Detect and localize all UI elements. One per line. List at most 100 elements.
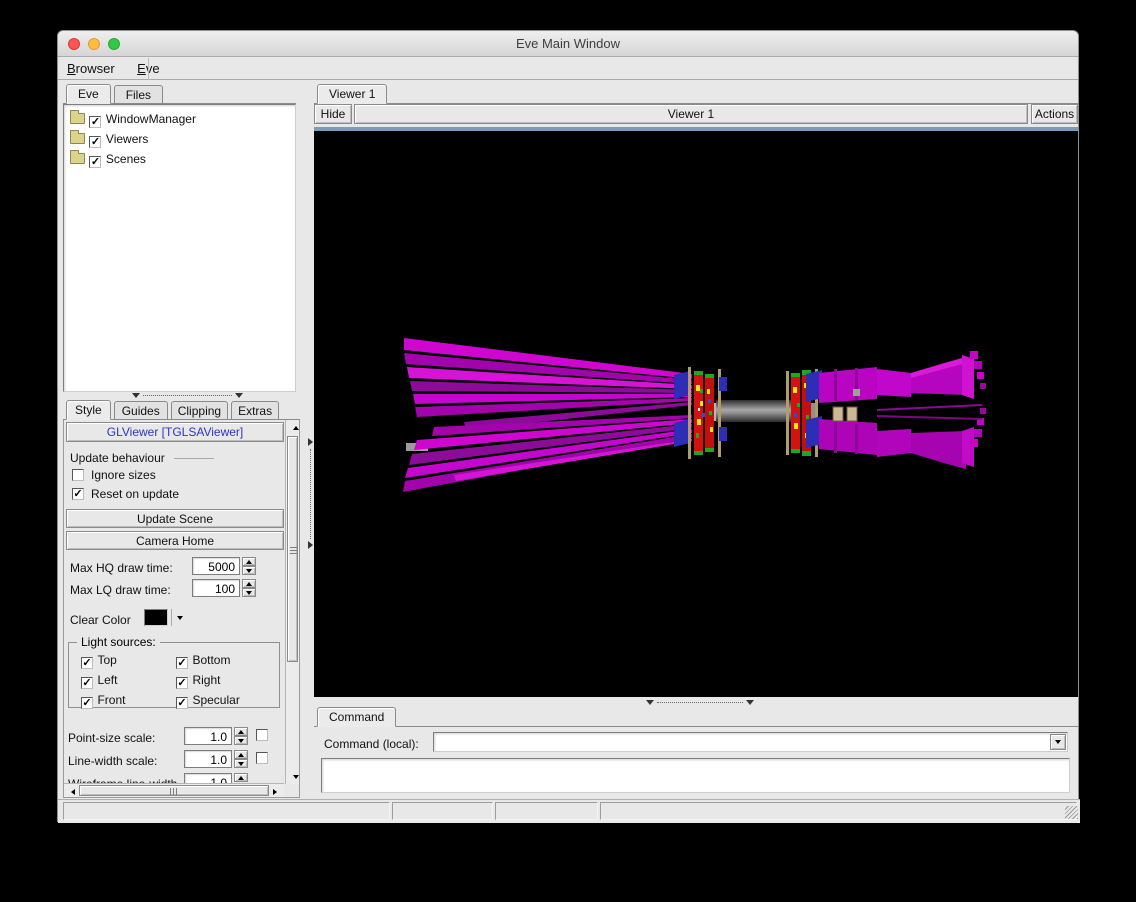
light-right[interactable]: ✓ Right <box>176 671 271 691</box>
swatch-divider <box>171 609 172 626</box>
combobox-dropdown-icon[interactable] <box>1050 734 1066 750</box>
tab-eve[interactable]: Eve <box>66 84 111 104</box>
splitter-arrow-icon <box>746 700 754 705</box>
actions-menu-button[interactable]: Actions <box>1031 104 1078 124</box>
menu-bar: Browser Eve <box>58 58 1078 80</box>
spin-up-icon[interactable] <box>242 579 256 588</box>
style-panel: GLViewer [TGLSAViewer] Update behaviour … <box>63 420 300 798</box>
line-width-checkbox[interactable] <box>256 752 268 764</box>
vertical-splitter[interactable] <box>307 83 314 798</box>
point-size-label: Point-size scale: <box>68 731 156 745</box>
max-lq-value[interactable]: 100 <box>192 579 240 597</box>
left-horizontal-splitter[interactable] <box>63 392 296 399</box>
status-segment <box>600 802 1077 820</box>
line-width-value[interactable]: 1.0 <box>184 750 232 768</box>
reset-on-update-checkbox[interactable]: ✓ <box>72 488 84 500</box>
tree-item-viewers[interactable]: ✓ Viewers <box>66 129 293 149</box>
eve-main-window: Eve Main Window Browser Eve Eve Files ✓ … <box>57 30 1080 823</box>
tab-viewer-1[interactable]: Viewer 1 <box>317 84 388 104</box>
light-front[interactable]: ✓ Front <box>81 691 176 711</box>
spin-down-icon[interactable] <box>242 588 256 597</box>
spin-up-icon[interactable] <box>234 773 248 782</box>
clear-color-label: Clear Color <box>70 613 131 627</box>
command-input[interactable] <box>433 732 1068 752</box>
tab-guides[interactable]: Guides <box>113 401 168 419</box>
spin-up-icon[interactable] <box>234 727 248 736</box>
glviewer-link[interactable]: GLViewer [TGLSAViewer] <box>66 422 284 442</box>
splitter-arrow-icon <box>308 541 313 549</box>
command-splitter[interactable] <box>314 699 1078 706</box>
command-output <box>321 758 1070 793</box>
ignore-sizes-label: Ignore sizes <box>91 468 156 482</box>
group-line <box>174 458 214 459</box>
hide-button[interactable]: Hide <box>314 104 352 124</box>
tab-files[interactable]: Files <box>113 85 164 103</box>
max-hq-spinner[interactable]: 5000 <box>192 557 256 575</box>
light-left[interactable]: ✓ Left <box>81 671 176 691</box>
spin-up-icon[interactable] <box>242 557 256 566</box>
max-hq-label: Max HQ draw time: <box>70 561 173 575</box>
tree-checkbox[interactable]: ✓ <box>89 156 102 168</box>
tab-command[interactable]: Command <box>317 707 397 727</box>
point-size-spinner[interactable]: 1.0 <box>184 727 248 745</box>
command-local-label: Command (local): <box>324 737 419 751</box>
update-scene-button[interactable]: Update Scene <box>66 509 284 528</box>
splitter-arrow-icon <box>235 393 243 398</box>
menu-browser[interactable]: Browser <box>58 58 124 76</box>
spin-down-icon[interactable] <box>242 566 256 575</box>
folder-icon <box>70 130 85 144</box>
clear-color-swatch[interactable] <box>144 609 168 626</box>
style-panel-content: GLViewer [TGLSAViewer] Update behaviour … <box>64 420 286 784</box>
tree-item-windowmanager[interactable]: ✓ WindowManager <box>66 109 293 129</box>
status-segment <box>392 802 493 820</box>
point-size-checkbox[interactable] <box>256 729 268 741</box>
scrollbar-thumb[interactable] <box>79 785 269 796</box>
viewer-toolbar: Hide Viewer 1 Actions <box>314 104 1078 125</box>
tree-checkbox[interactable]: ✓ <box>89 116 102 128</box>
scroll-up-icon[interactable] <box>289 423 303 432</box>
splitter-arrow-icon <box>646 700 654 705</box>
window-title: Eve Main Window <box>515 36 621 51</box>
viewer-selection-stripe <box>314 127 1078 131</box>
tab-clipping[interactable]: Clipping <box>170 401 229 419</box>
menu-divider <box>148 58 149 80</box>
tree-checkbox[interactable]: ✓ <box>89 136 102 148</box>
status-segment <box>63 802 390 820</box>
spin-down-icon[interactable] <box>234 759 248 768</box>
scrollbar-thumb[interactable] <box>287 436 298 662</box>
max-hq-value[interactable]: 5000 <box>192 557 240 575</box>
light-bottom[interactable]: ✓ Bottom <box>176 651 271 671</box>
line-width-spinner[interactable]: 1.0 <box>184 750 248 768</box>
eve-tree-panel: ✓ WindowManager ✓ Viewers ✓ Scenes <box>63 104 296 392</box>
thumb-grip <box>290 545 297 554</box>
scroll-left-icon[interactable] <box>66 787 80 796</box>
folder-icon <box>70 150 85 164</box>
style-horizontal-scrollbar[interactable] <box>64 783 284 797</box>
tree-item-scenes[interactable]: ✓ Scenes <box>66 149 293 169</box>
max-lq-spinner[interactable]: 100 <box>192 579 256 597</box>
tab-style[interactable]: Style <box>66 400 111 420</box>
spin-down-icon[interactable] <box>234 736 248 745</box>
command-combobox[interactable] <box>433 732 1068 752</box>
scroll-down-icon[interactable] <box>289 772 303 781</box>
spin-up-icon[interactable] <box>234 750 248 759</box>
camera-home-button[interactable]: Camera Home <box>66 531 284 550</box>
tab-extras[interactable]: Extras <box>231 401 280 419</box>
ignore-sizes-checkbox[interactable] <box>72 469 84 481</box>
viewer-tabbar: Viewer 1 <box>314 83 1078 104</box>
style-vertical-scrollbar[interactable] <box>285 420 299 784</box>
clear-color-dropdown-icon[interactable] <box>173 613 187 622</box>
reset-on-update-label: Reset on update <box>91 487 180 501</box>
detector-visualization[interactable] <box>314 127 1078 697</box>
splitter-arrow-icon <box>308 438 313 446</box>
viewer-title-bar[interactable]: Viewer 1 <box>354 104 1028 124</box>
light-sources-group: Light sources: ✓ Top ✓ Bottom ✓ Left ✓ R… <box>68 635 280 711</box>
scroll-right-icon[interactable] <box>268 787 282 796</box>
resize-grip-icon[interactable] <box>1065 806 1078 819</box>
splitter-arrow-icon <box>132 393 140 398</box>
point-size-value[interactable]: 1.0 <box>184 727 232 745</box>
light-specular[interactable]: ✓ Specular <box>176 691 271 711</box>
light-top[interactable]: ✓ Top <box>81 651 176 671</box>
title-bar[interactable]: Eve Main Window <box>58 31 1078 57</box>
gl-viewport[interactable] <box>314 127 1078 697</box>
